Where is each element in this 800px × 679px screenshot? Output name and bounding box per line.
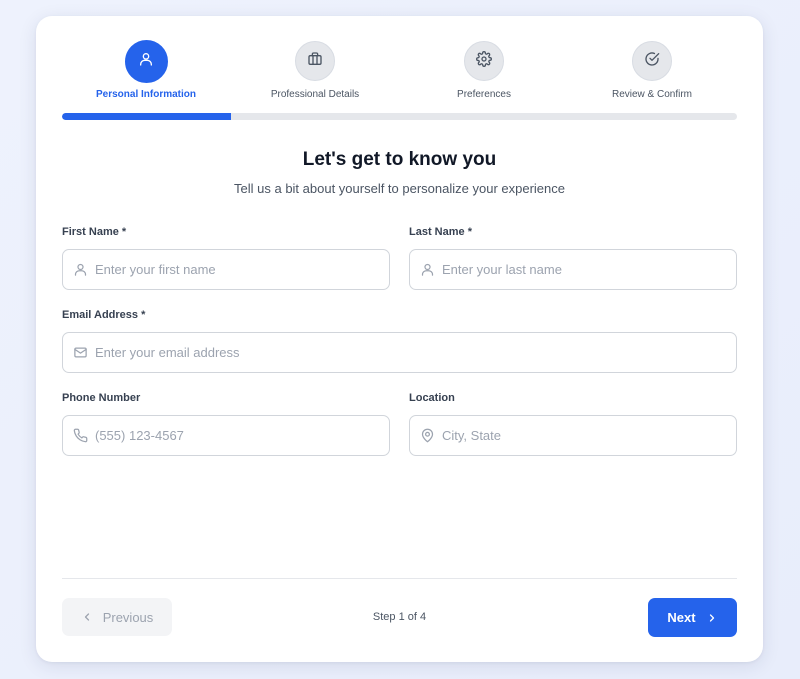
location-input[interactable] [442, 416, 728, 455]
email-label: Email Address * [62, 309, 146, 321]
step-preferences[interactable]: Preferences [399, 41, 569, 100]
email-input-wrap [62, 332, 737, 373]
email-field: Email Address * [62, 309, 737, 373]
page-subtitle: Tell us a bit about yourself to personal… [234, 181, 565, 196]
user-icon [420, 262, 435, 277]
footer-divider [62, 578, 737, 579]
next-button[interactable]: Next [648, 598, 737, 637]
phone-input-wrap [62, 415, 390, 456]
phone-label: Phone Number [62, 392, 141, 404]
step-professional-details[interactable]: Professional Details [230, 41, 400, 100]
location-field: Location [409, 392, 737, 456]
mail-icon [73, 345, 88, 360]
user-icon [73, 262, 88, 277]
onboarding-card: Personal Information Professional Detail… [36, 16, 763, 662]
last-name-input[interactable] [442, 250, 728, 289]
step-circle [632, 41, 672, 81]
step-label: Preferences [457, 89, 511, 100]
briefcase-icon [307, 51, 323, 72]
user-icon [138, 51, 154, 72]
next-label: Next [667, 610, 696, 625]
step-circle [295, 41, 335, 81]
location-input-wrap [409, 415, 737, 456]
gear-icon [476, 50, 492, 72]
phone-input[interactable] [95, 416, 381, 455]
page-title: Let's get to know you [302, 149, 497, 170]
step-label: Review & Confirm [611, 89, 693, 100]
last-name-input-wrap [409, 249, 737, 290]
location-label: Location [409, 392, 455, 404]
first-name-input[interactable] [95, 250, 381, 289]
phone-icon [73, 428, 88, 443]
step-personal-information[interactable]: Personal Information [61, 40, 231, 100]
step-label: Personal Information [95, 89, 196, 100]
email-input[interactable] [95, 333, 728, 372]
stepper: Personal Information Professional Detail… [36, 16, 763, 120]
first-name-input-wrap [62, 249, 390, 290]
step-circle [124, 40, 168, 83]
last-name-field: Last Name * [409, 226, 737, 290]
last-name-label: Last Name * [409, 226, 472, 238]
progress-fill [62, 113, 231, 120]
progress-bar [62, 113, 737, 120]
first-name-field: First Name * [62, 226, 390, 290]
chevron-right-icon [706, 612, 718, 624]
phone-field: Phone Number [62, 392, 390, 456]
step-circle [464, 41, 504, 81]
step-label: Professional Details [270, 89, 360, 100]
check-circle-icon [644, 51, 660, 72]
step-review-confirm[interactable]: Review & Confirm [567, 41, 737, 100]
map-pin-icon [420, 428, 435, 443]
first-name-label: First Name * [62, 226, 127, 238]
